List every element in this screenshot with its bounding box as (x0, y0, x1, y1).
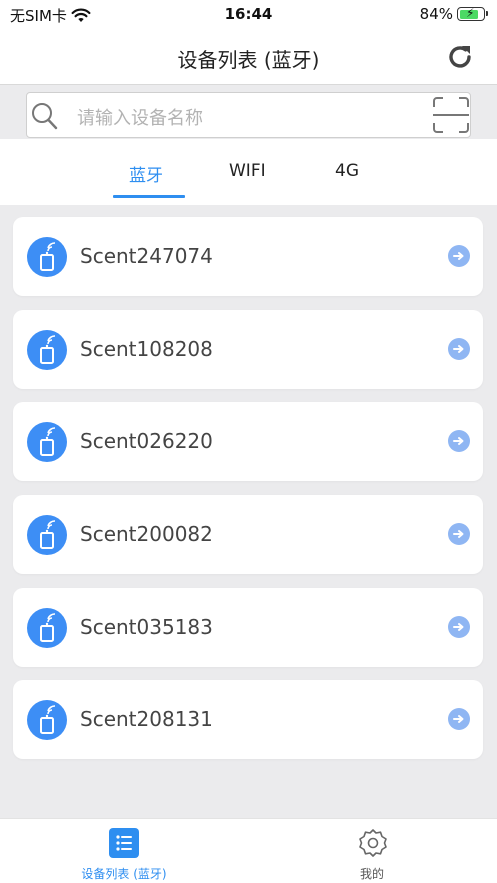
device-icon (27, 237, 67, 277)
device-icon (27, 515, 67, 555)
tabbar-label-device-list: 设备列表 (蓝牙) (81, 867, 167, 881)
device-name: Scent247074 (80, 244, 213, 268)
list-icon (109, 828, 139, 858)
device-name: Scent208131 (80, 707, 213, 731)
device-item[interactable]: Scent200082 (13, 495, 483, 574)
arrow-right-icon[interactable] (448, 523, 470, 545)
status-bar: 无SIM卡 16:44 84% ⚡ (0, 0, 497, 30)
gear-icon (359, 829, 387, 857)
tab-bluetooth[interactable]: 蓝牙 (129, 161, 163, 186)
battery-percent: 84% (419, 5, 453, 23)
tabbar-item-device-list[interactable]: 设备列表 (蓝牙) (0, 819, 248, 883)
battery-indicator: 84% ⚡ (419, 5, 488, 23)
device-icon (27, 422, 67, 462)
device-item[interactable]: Scent026220 (13, 402, 483, 481)
device-name: Scent108208 (80, 337, 213, 361)
search-icon (32, 103, 58, 130)
arrow-right-icon[interactable] (448, 430, 470, 452)
device-item[interactable]: Scent208131 (13, 680, 483, 759)
search-bar[interactable]: 请输入设备名称 (26, 92, 471, 138)
page-title: 设备列表 (蓝牙) (177, 48, 320, 72)
navbar: 设备列表 (蓝牙) (0, 30, 497, 85)
scan-icon[interactable] (432, 96, 470, 134)
device-name: Scent026220 (80, 429, 213, 453)
device-icon (27, 700, 67, 740)
battery-charging-icon: ⚡ (457, 6, 488, 21)
tabbar-item-mine[interactable]: 我的 (248, 819, 496, 883)
arrow-right-icon[interactable] (448, 245, 470, 267)
connection-tabs: 蓝牙 WIFI 4G (0, 139, 497, 205)
bottom-tab-bar: 设备列表 (蓝牙) 我的 (0, 818, 497, 883)
arrow-right-icon[interactable] (448, 338, 470, 360)
device-item[interactable]: Scent247074 (13, 217, 483, 296)
device-icon (27, 330, 67, 370)
refresh-icon[interactable] (445, 42, 475, 72)
tab-active-indicator (113, 195, 185, 198)
search-input[interactable]: 请输入设备名称 (77, 104, 203, 130)
tabbar-label-mine: 我的 (359, 867, 384, 881)
device-name: Scent035183 (80, 615, 213, 639)
arrow-right-icon[interactable] (448, 616, 470, 638)
device-name: Scent200082 (80, 522, 213, 546)
tab-wifi[interactable]: WIFI (229, 161, 266, 181)
tab-4g[interactable]: 4G (335, 161, 359, 181)
arrow-right-icon[interactable] (448, 708, 470, 730)
device-icon (27, 608, 67, 648)
device-item[interactable]: Scent035183 (13, 588, 483, 667)
device-item[interactable]: Scent108208 (13, 310, 483, 389)
